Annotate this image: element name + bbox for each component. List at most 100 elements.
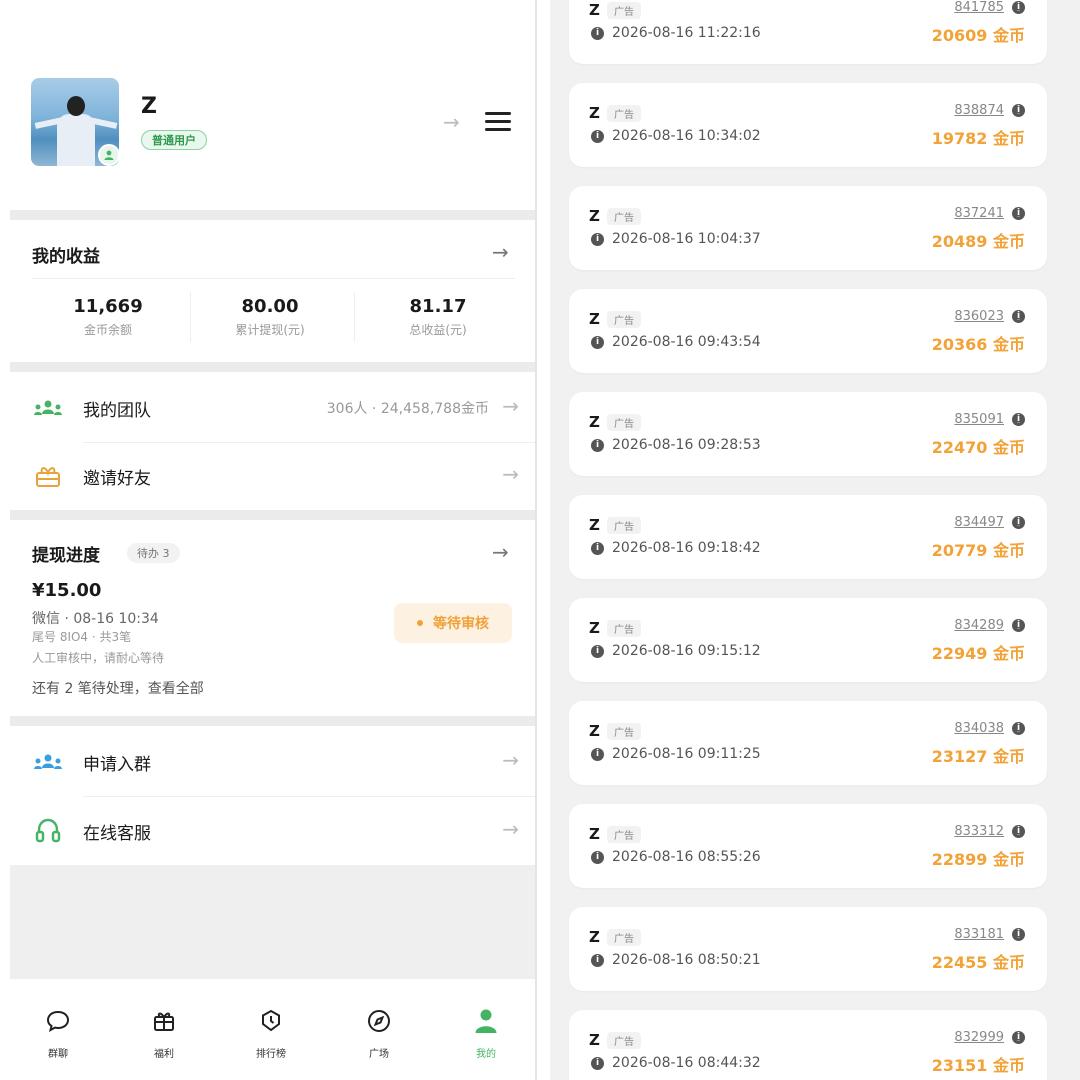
- record-card[interactable]: Z 广告 i 2026-08-16 09:43:54 836023 i 20366 金币: [569, 289, 1047, 373]
- earnings-title: 我的收益: [32, 247, 100, 267]
- record-time: i 2026-08-16 10:04:37: [591, 231, 761, 247]
- record-user-name: Z: [589, 619, 600, 637]
- record-id-link[interactable]: 841785 i: [954, 0, 1025, 15]
- record-coin-amount: 22949 金币: [931, 644, 1025, 663]
- record-type-tag: 广告: [607, 826, 641, 843]
- info-icon: i: [591, 541, 604, 555]
- tab-ranking[interactable]: 排行榜: [241, 1007, 301, 1060]
- record-card[interactable]: Z 广告 i 2026-08-16 11:22:16 841785 i 20609 金币: [569, 0, 1047, 64]
- profile-arrow-icon[interactable]: →: [443, 110, 460, 134]
- record-type-tag: 广告: [607, 2, 641, 19]
- withdraw-arrow-icon[interactable]: →: [492, 540, 509, 564]
- withdraw-method-time: 微信 · 08-16 10:34: [32, 611, 159, 627]
- support-arrow-icon[interactable]: →: [502, 817, 519, 841]
- headset-icon: [32, 817, 64, 845]
- record-id-link[interactable]: 836023 i: [954, 309, 1025, 324]
- invite-label: 邀请好友: [83, 469, 151, 489]
- invite-arrow-icon[interactable]: →: [502, 462, 519, 486]
- record-card[interactable]: Z 广告 i 2026-08-16 09:28:53 835091 i 22470 金币: [569, 392, 1047, 476]
- gift-icon: [134, 1007, 194, 1035]
- row-invite-friends[interactable]: 邀请好友 →: [10, 442, 535, 510]
- info-icon[interactable]: i: [1012, 722, 1025, 735]
- record-card[interactable]: Z 广告 i 2026-08-16 10:04:37 837241 i 20489 金币: [569, 186, 1047, 270]
- info-icon: i: [591, 644, 604, 658]
- info-icon[interactable]: i: [1012, 516, 1025, 529]
- info-icon[interactable]: i: [1012, 207, 1025, 220]
- record-id-link[interactable]: 833312 i: [954, 824, 1025, 839]
- record-card[interactable]: Z 广告 i 2026-08-16 08:55:26 833312 i 22899 金币: [569, 804, 1047, 888]
- record-id-link[interactable]: 833181 i: [954, 927, 1025, 942]
- record-user-name: Z: [589, 104, 600, 122]
- menu-icon[interactable]: [485, 112, 511, 132]
- record-type-tag: 广告: [607, 517, 641, 534]
- info-icon[interactable]: i: [1012, 1, 1025, 14]
- info-icon[interactable]: i: [1012, 619, 1025, 632]
- record-card[interactable]: Z 广告 i 2026-08-16 08:44:32 832999 i 23151 金币: [569, 1010, 1047, 1080]
- info-icon[interactable]: i: [1012, 104, 1025, 117]
- record-time: i 2026-08-16 09:11:25: [591, 746, 761, 762]
- record-coin-amount: 20366 金币: [931, 335, 1025, 354]
- info-icon[interactable]: i: [1012, 928, 1025, 941]
- record-type-tag: 广告: [607, 723, 641, 740]
- record-card[interactable]: Z 广告 i 2026-08-16 09:15:12 834289 i 22949 金币: [569, 598, 1047, 682]
- withdraw-view-all-link[interactable]: 还有 2 笔待处理，查看全部: [32, 678, 204, 698]
- info-icon: i: [591, 129, 604, 143]
- record-time: i 2026-08-16 09:43:54: [591, 334, 761, 350]
- team-arrow-icon[interactable]: →: [502, 394, 519, 418]
- tab-welfare[interactable]: 福利: [134, 1007, 194, 1060]
- row-my-team[interactable]: 我的团队 306人 · 24,458,788金币 →: [10, 374, 535, 442]
- chat-bubble-icon: [28, 1007, 88, 1035]
- section-divider: [10, 716, 535, 726]
- record-coin-amount: 22899 金币: [931, 850, 1025, 869]
- record-coin-amount: 22470 金币: [931, 438, 1025, 457]
- gift-box-icon: [32, 462, 64, 490]
- info-icon[interactable]: i: [1012, 1031, 1025, 1044]
- info-icon: i: [591, 26, 604, 40]
- record-time: i 2026-08-16 09:18:42: [591, 540, 761, 556]
- user-icon: [456, 1007, 516, 1035]
- tab-plaza[interactable]: 广场: [349, 1007, 409, 1060]
- withdraw-account-info: 尾号 8IO4 · 共3笔: [32, 630, 132, 644]
- coin-record-list[interactable]: Z 广告 i 2026-08-16 11:22:16 841785 i 20609 金币 Z 广…: [550, 0, 1080, 1080]
- tab-group-chat[interactable]: 群聊: [28, 1007, 88, 1060]
- record-id-link[interactable]: 832999 i: [954, 1030, 1025, 1045]
- join-group-label: 申请入群: [83, 755, 151, 775]
- withdraw-title: 提现进度: [32, 546, 100, 566]
- record-id-link[interactable]: 834289 i: [954, 618, 1025, 633]
- record-time: i 2026-08-16 08:44:32: [591, 1055, 761, 1071]
- record-time: i 2026-08-16 09:28:53: [591, 437, 761, 453]
- record-card[interactable]: Z 广告 i 2026-08-16 09:18:42 834497 i 20779 金币: [569, 495, 1047, 579]
- info-icon: i: [591, 953, 604, 967]
- record-id-link[interactable]: 838874 i: [954, 103, 1025, 118]
- team-stats: 306人 · 24,458,788金币: [326, 401, 489, 417]
- info-icon[interactable]: i: [1012, 310, 1025, 323]
- compass-icon: [349, 1007, 409, 1035]
- join-group-arrow-icon[interactable]: →: [502, 748, 519, 772]
- record-id-link[interactable]: 834038 i: [954, 721, 1025, 736]
- user-name: Z: [141, 94, 157, 119]
- stat-coin-balance: 11,669 金币余额: [73, 296, 143, 337]
- record-id-link[interactable]: 837241 i: [954, 206, 1025, 221]
- record-id-link[interactable]: 834497 i: [954, 515, 1025, 530]
- info-icon[interactable]: i: [1012, 413, 1025, 426]
- info-icon[interactable]: i: [1012, 825, 1025, 838]
- row-join-group[interactable]: 申请入群 →: [10, 728, 535, 796]
- empty-area: [10, 865, 535, 978]
- panel-divider: [535, 0, 537, 1080]
- record-card[interactable]: Z 广告 i 2026-08-16 08:50:21 833181 i 22455 金币: [569, 907, 1047, 991]
- earnings-divider: [32, 278, 515, 279]
- profile-panel: Z 普通用户 → 我的收益 → 11,669 金币余额 80.00 累计提现(元…: [10, 0, 535, 1080]
- tab-mine[interactable]: 我的: [456, 1007, 516, 1060]
- record-user-name: Z: [589, 928, 600, 946]
- record-card[interactable]: Z 广告 i 2026-08-16 10:34:02 838874 i 19782 金币: [569, 83, 1047, 167]
- ranking-badge-icon: [241, 1007, 301, 1035]
- bottom-tab-bar: 群聊 福利 排行榜 广场 我的: [10, 978, 535, 1080]
- profile-header[interactable]: Z 普通用户 →: [10, 62, 535, 182]
- record-type-tag: 广告: [607, 414, 641, 431]
- record-user-name: Z: [589, 516, 600, 534]
- record-user-name: Z: [589, 413, 600, 431]
- row-online-support[interactable]: 在线客服 →: [10, 797, 535, 865]
- earnings-arrow-icon[interactable]: →: [492, 240, 509, 264]
- record-id-link[interactable]: 835091 i: [954, 412, 1025, 427]
- record-card[interactable]: Z 广告 i 2026-08-16 09:11:25 834038 i 23127 金币: [569, 701, 1047, 785]
